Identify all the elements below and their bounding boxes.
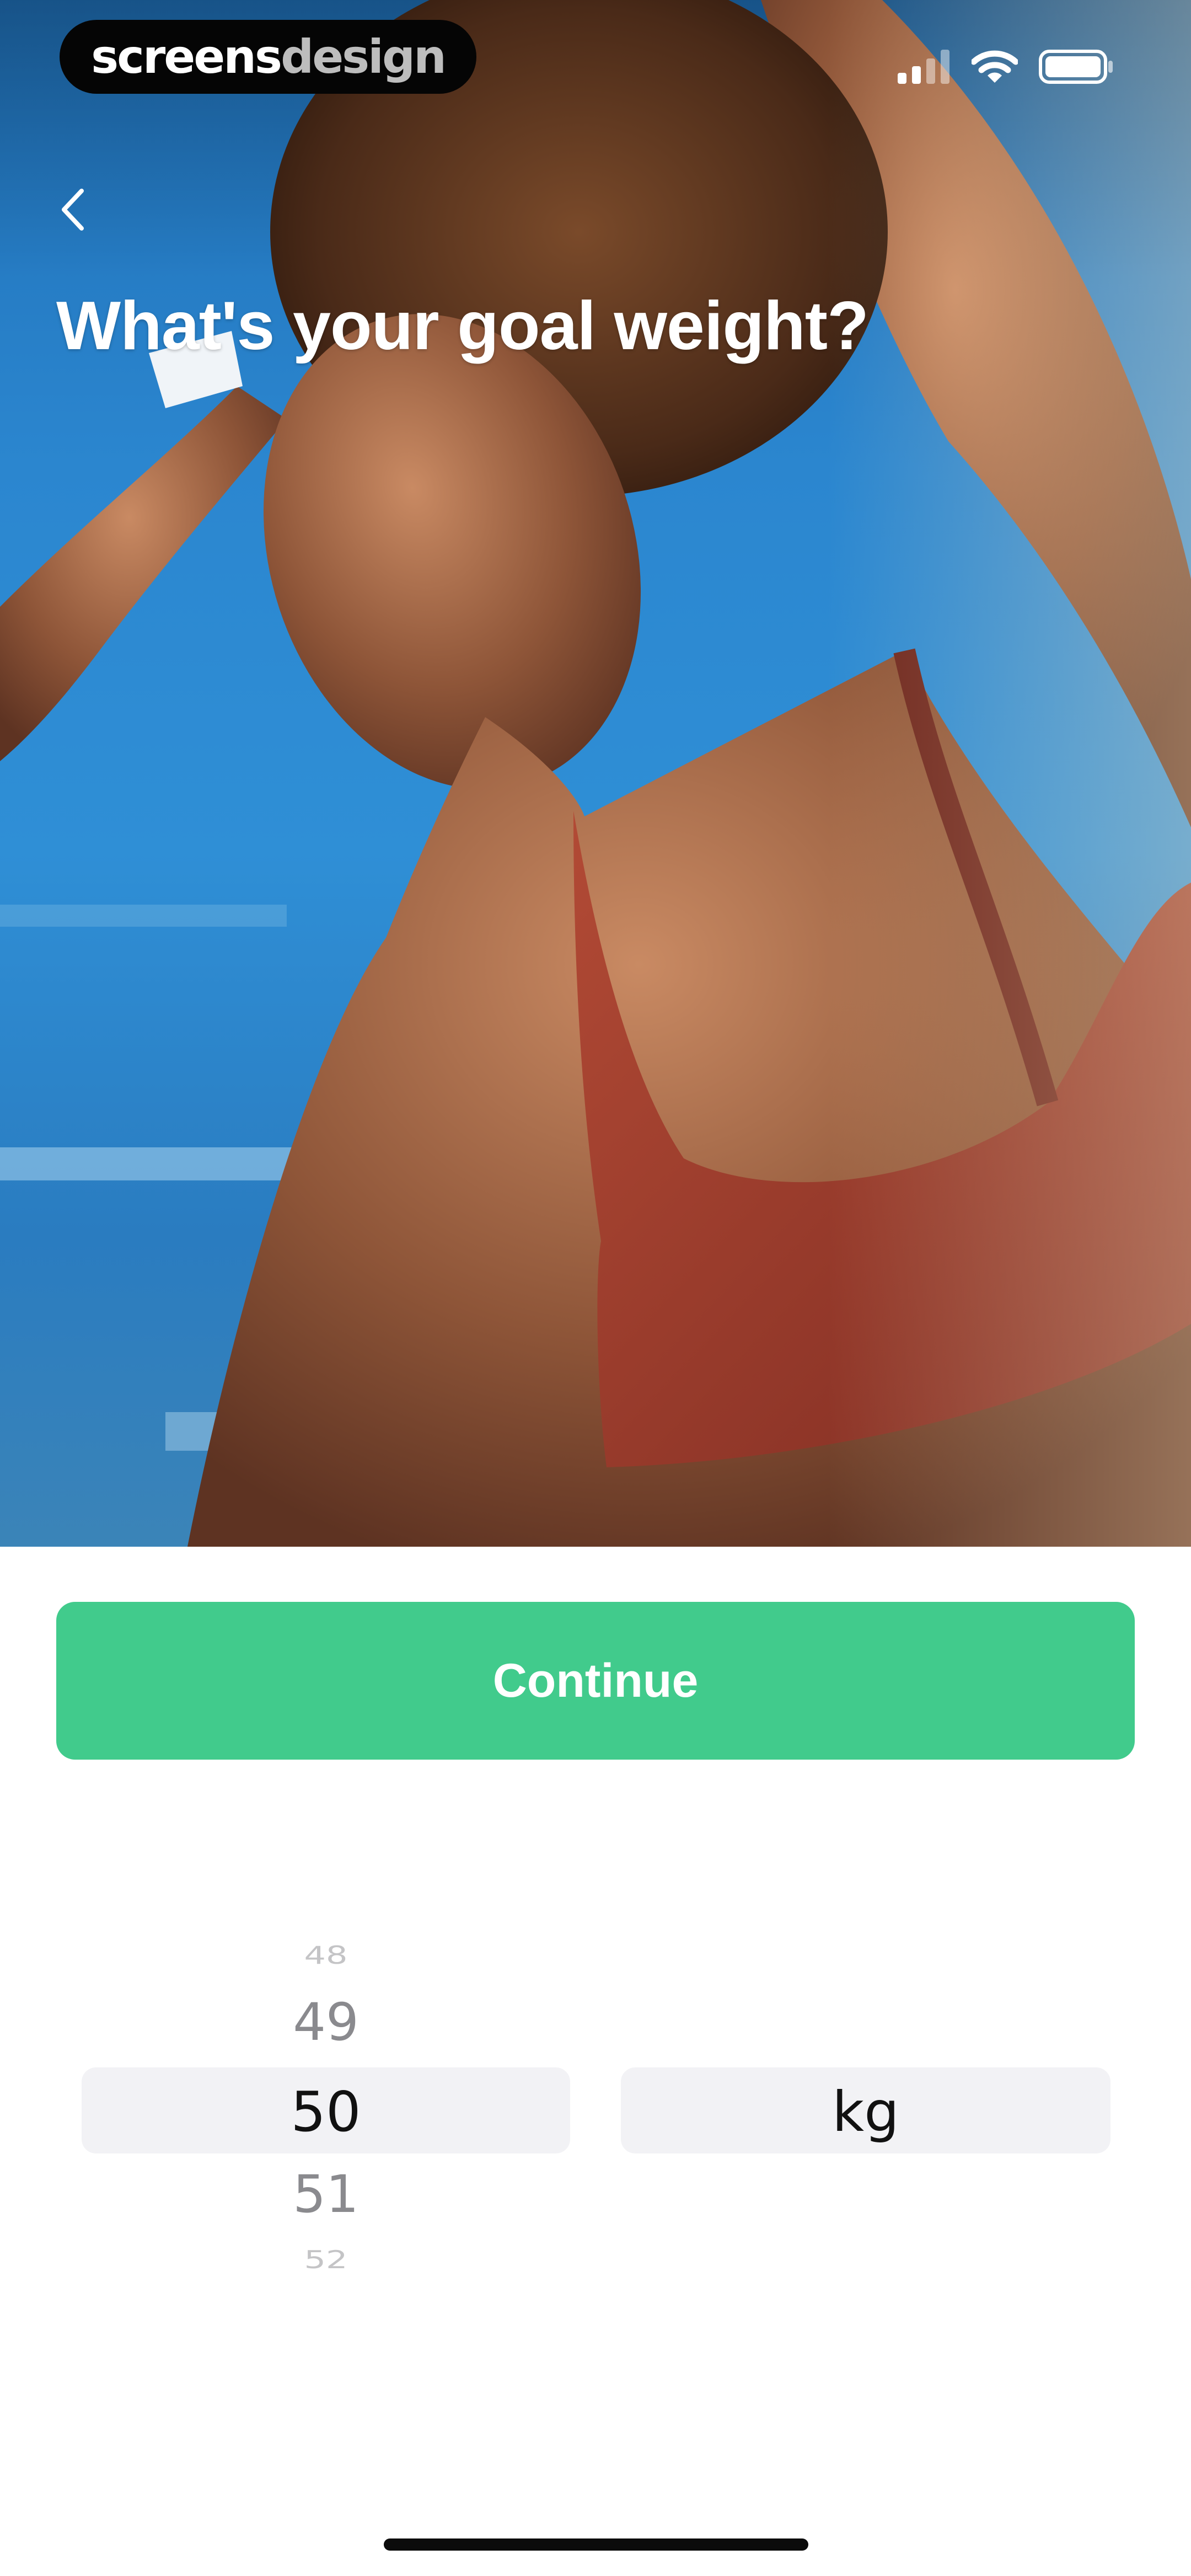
brand-text-part2: design bbox=[281, 30, 447, 84]
wifi-icon bbox=[972, 50, 1018, 83]
chevron-left-icon bbox=[62, 189, 84, 231]
weight-option[interactable]: 52 bbox=[82, 2245, 570, 2274]
back-button[interactable] bbox=[53, 182, 92, 237]
weight-option[interactable]: 49 bbox=[82, 1992, 570, 2053]
brand-text-part1: screens bbox=[91, 30, 282, 84]
hero-image bbox=[0, 0, 1191, 1547]
battery-icon bbox=[1039, 50, 1113, 84]
weight-option[interactable]: 48 bbox=[82, 1941, 570, 1970]
weight-option-selected[interactable]: 50 bbox=[82, 2080, 570, 2144]
page-title: What's your goal weight? bbox=[56, 288, 869, 364]
weight-option[interactable]: 51 bbox=[82, 2165, 570, 2225]
brand-logo: screens design bbox=[60, 20, 476, 94]
cellular-signal-icon bbox=[898, 50, 949, 84]
home-indicator[interactable] bbox=[384, 2538, 808, 2551]
status-icons bbox=[898, 47, 1114, 86]
unit-option-selected[interactable]: kg bbox=[621, 2080, 1110, 2144]
athlete-photo bbox=[0, 0, 1191, 1547]
continue-button[interactable]: Continue bbox=[56, 1602, 1135, 1760]
